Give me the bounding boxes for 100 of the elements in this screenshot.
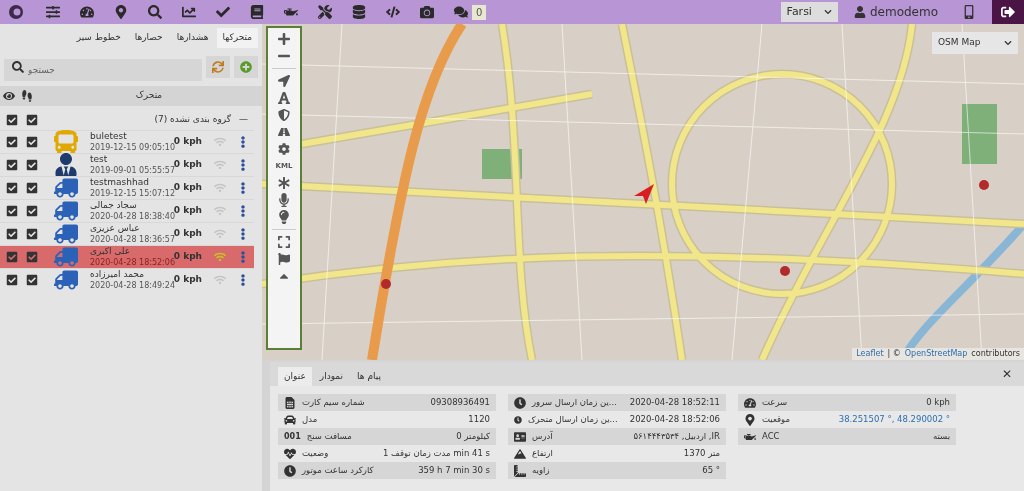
logo-icon[interactable] (8, 4, 24, 20)
speed-text: 0 kph (173, 227, 202, 239)
chart-icon[interactable] (182, 5, 196, 19)
device-time: 2019-12-15 15:07:12 (90, 189, 175, 199)
collapse-toggle[interactable]: — (239, 113, 248, 127)
map-marker-icon[interactable] (381, 279, 391, 289)
detail-label: ...ین زمان ارسال متحرک (527, 413, 618, 426)
detail-value: 2020-04-28 18:52:06 (629, 413, 720, 426)
sidebar-tab[interactable]: حصارها (128, 28, 169, 48)
more-icon[interactable] (238, 182, 248, 194)
device-time: 2020-04-28 18:49:24 (90, 281, 175, 291)
attribution-link[interactable]: Leaflet (856, 348, 884, 360)
device-name: test (90, 154, 108, 165)
device-time: 2020-04-28 18:38:40 (90, 212, 175, 222)
details-tab[interactable]: پیام ها (351, 367, 387, 386)
plus-icon (240, 61, 252, 73)
device-name: buletest (90, 131, 127, 142)
text-icon[interactable] (278, 91, 290, 105)
chevron-down-icon (823, 8, 832, 16)
refresh-icon (212, 61, 224, 73)
checkbox[interactable] (6, 159, 18, 171)
footprints-icon (21, 90, 33, 102)
details-tab[interactable]: عنوان (278, 367, 312, 386)
logout-button[interactable] (992, 0, 1024, 24)
check-icon[interactable] (216, 5, 230, 19)
more-icon[interactable] (238, 205, 248, 217)
person-icon (54, 153, 78, 177)
checkbox[interactable] (26, 228, 38, 240)
truck-icon (54, 224, 78, 244)
checkbox[interactable] (26, 136, 38, 148)
sidebar-tab[interactable]: متحرکها (216, 28, 258, 48)
checkbox[interactable] (26, 114, 38, 126)
sliders-icon[interactable] (46, 5, 60, 19)
more-icon[interactable] (238, 159, 248, 171)
device-time: 2019-12-15 09:05:10 (90, 143, 175, 153)
detail-value: 0 kph (926, 396, 950, 409)
more-icon[interactable] (238, 136, 248, 148)
sidebar-tab[interactable]: خطوط سیر (70, 28, 127, 48)
detail-label: کارکرد ساعت موتور (302, 464, 374, 477)
search-field[interactable]: جستجو (4, 59, 202, 81)
asterisk-icon[interactable] (278, 176, 290, 190)
map-marker-icon[interactable] (780, 266, 790, 276)
coordinates-link[interactable]: 38.251507 °, 48.290002 ° (838, 413, 950, 426)
close-button[interactable]: ✕ (1001, 365, 1012, 383)
checkbox[interactable] (26, 251, 38, 263)
flag-icon[interactable] (278, 252, 290, 266)
checkbox[interactable] (6, 205, 18, 217)
device-name: عباس عزیزی (90, 223, 140, 234)
checkbox[interactable] (26, 182, 38, 194)
checkbox[interactable] (6, 136, 18, 148)
gear-icon[interactable] (278, 142, 290, 156)
column-header[interactable]: متحرک (36, 89, 262, 103)
checkbox[interactable] (6, 274, 18, 286)
detail-label: شماره سیم کارت (302, 396, 365, 409)
detail-value: 09308936491 (430, 396, 490, 409)
park-area (962, 104, 997, 164)
phone-icon[interactable] (962, 5, 976, 19)
checkbox[interactable] (6, 114, 18, 126)
odometer-icon: 001 (284, 430, 301, 443)
database-icon[interactable] (352, 5, 366, 19)
road-icon[interactable] (278, 125, 290, 139)
checkbox[interactable] (6, 251, 18, 263)
camera-icon[interactable] (420, 5, 434, 19)
attribution-link[interactable]: OpenStreetMap (904, 348, 968, 360)
checkbox[interactable] (26, 205, 38, 217)
clock-icon (284, 464, 296, 477)
tools-icon[interactable] (318, 5, 332, 19)
user-menu[interactable]: demodemo (853, 3, 938, 21)
zoom-in-icon[interactable] (278, 32, 290, 46)
user-icon (853, 6, 866, 18)
checkbox[interactable] (26, 274, 38, 286)
map-pin-icon[interactable] (114, 5, 128, 19)
detail-label: مسافت سنج (306, 430, 352, 443)
search-icon (12, 61, 24, 73)
language-select[interactable]: Farsi (780, 2, 838, 22)
checkbox[interactable] (6, 228, 18, 240)
checkbox[interactable] (26, 159, 38, 171)
book-icon[interactable] (250, 5, 264, 19)
details-tab[interactable]: نمودار (313, 367, 350, 386)
chat-icon[interactable] (454, 5, 468, 19)
sidebar-tab[interactable]: هشدارها (170, 28, 215, 48)
truck-icon (54, 201, 78, 221)
map-marker-icon[interactable] (979, 180, 989, 190)
search-icon[interactable] (148, 5, 162, 19)
microphone-icon[interactable] (278, 193, 290, 207)
shield-icon[interactable] (278, 108, 290, 122)
expand-icon[interactable] (278, 235, 290, 249)
arrow-icon[interactable] (278, 74, 290, 88)
more-icon[interactable] (238, 228, 248, 240)
checkbox[interactable] (6, 182, 18, 194)
address-card-icon (514, 430, 526, 443)
detail-label: موقعیت (762, 413, 791, 426)
vehicle-marker-icon[interactable] (634, 184, 654, 204)
more-icon[interactable] (238, 274, 248, 286)
detail-value: کیلومتر 0 (456, 430, 490, 443)
code-window-icon[interactable] (386, 5, 400, 19)
bulb-icon[interactable] (278, 210, 290, 224)
gauge-icon[interactable] (80, 5, 94, 19)
map-layer-select[interactable]: OSM Map (932, 32, 1018, 54)
detail-value: 1 مدت زمان توقف min 41 s (382, 447, 490, 460)
